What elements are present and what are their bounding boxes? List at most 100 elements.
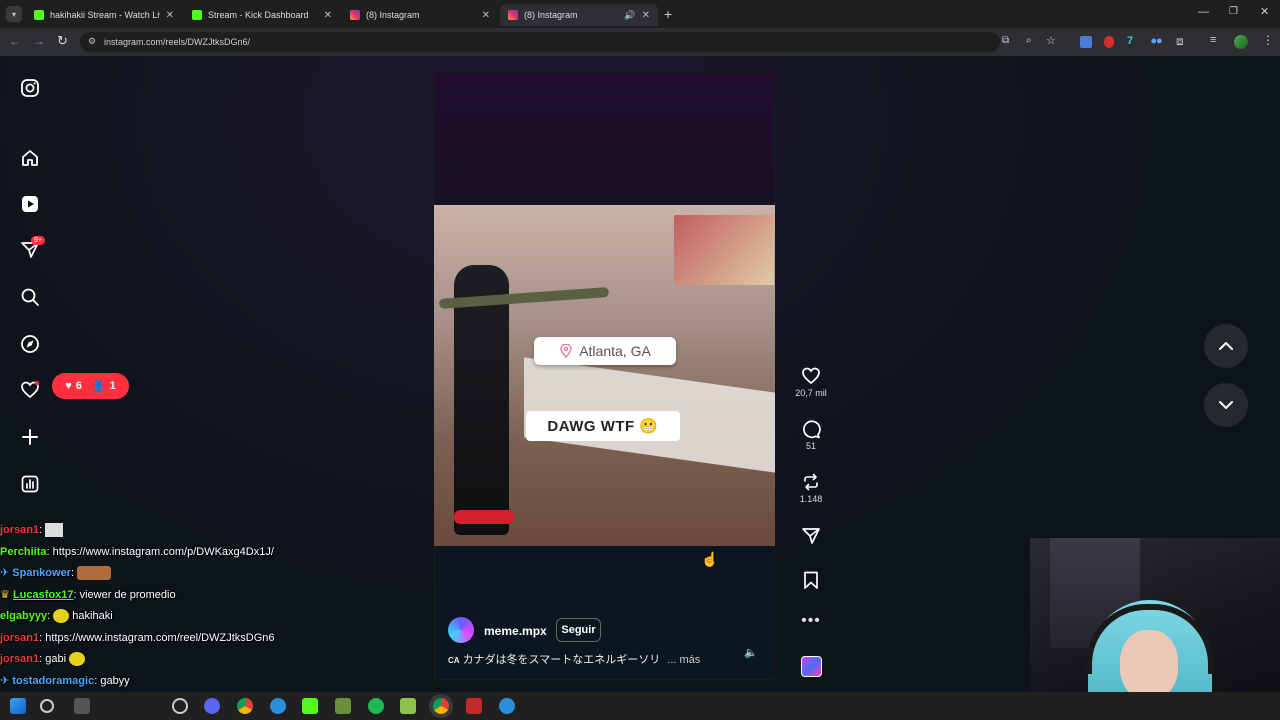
profile-avatar[interactable] [1234,35,1248,49]
instagram-logo-icon[interactable] [20,78,40,98]
search-icon[interactable] [20,287,40,307]
repost-action[interactable]: 1.148 [793,472,829,504]
task-view-icon[interactable] [74,698,90,714]
chrome-icon[interactable] [433,698,449,714]
zoom-icon[interactable]: ⌕ [1026,35,1032,46]
save-action[interactable] [793,570,829,592]
like-action[interactable]: 20,7 mil [793,366,829,398]
badge-icon: ✈ [0,674,10,687]
caption-row: CA カナダは冬をスマートなエネルギーソリ ... más [448,651,700,667]
explore-compass-icon[interactable] [20,334,40,354]
tab-title: (8) Instagram [366,10,420,20]
browser-toolbar: ← → ↻ ⚙ instagram.com/reels/DWZJtksDGn6/… [0,28,1280,56]
reel-video[interactable]: Atlanta, GA DAWG WTF 😬 [434,205,775,546]
extension-icon[interactable]: ⦁⦁ [1151,35,1162,48]
comment-action[interactable]: 51 [793,419,829,451]
activity-notification-pill[interactable]: ♥ 6 👤 1 [52,373,129,399]
chat-message: ✈ tostadoramagic: gabyy [0,674,130,687]
minecraft-icon[interactable] [335,698,351,714]
bookmark-star-icon[interactable]: ☆ [1046,34,1056,47]
dashboard-icon[interactable] [20,474,40,494]
chat-username: jorsan1 [0,631,40,644]
back-icon[interactable]: ← [9,34,21,48]
audio-thumbnail[interactable] [801,656,822,677]
browser-tab[interactable]: hakihakii Stream - Watch Live o ✕ [26,4,182,26]
reload-icon[interactable]: ↻ [57,33,68,49]
follow-button[interactable]: Seguir [556,618,601,642]
extension-icon[interactable] [1080,36,1092,48]
chat-message: jorsan1: gabi [0,649,420,671]
browser-tab[interactable]: Stream - Kick Dashboard ✕ [184,4,340,26]
stream-chat-overlay: jorsan1: Perchiita: https://www.instagra… [0,520,420,692]
close-window-icon[interactable]: ✕ [1260,5,1269,18]
browser-tab-active[interactable]: (8) Instagram 🔊 ✕ [500,4,658,26]
author-avatar[interactable] [448,617,474,643]
minimize-window-icon[interactable]: — [1198,6,1209,18]
windows-taskbar [0,692,1280,720]
mute-toggle-icon[interactable]: 🔈 [744,646,758,659]
create-plus-icon[interactable] [20,427,40,447]
chat-username: Lucasfox17 [12,588,74,601]
comment-icon[interactable] [801,419,821,439]
likes-count: 20,7 mil [795,388,827,398]
chevron-down-icon [1219,401,1233,409]
caption-prefix: CA [448,656,460,665]
install-app-icon[interactable]: ⧉ [1002,35,1009,46]
chat-username: tostadoramagic [12,674,95,687]
browser-menu-icon[interactable]: ⋮ [1262,33,1274,47]
more-link[interactable]: ... más [667,654,700,666]
close-tab-icon[interactable]: ✕ [482,10,490,21]
chat-text: https://www.instagram.com/reel/DWZJtksDG… [45,631,275,644]
badge-icon: ✈ [0,567,10,579]
reels-icon[interactable] [20,194,40,214]
repost-icon[interactable] [801,472,821,492]
notifications-heart-icon[interactable] [20,380,40,400]
menu-board [674,215,774,285]
chat-message: jorsan1: https://www.instagram.com/reel/… [0,631,275,644]
red-shoes [454,510,514,524]
extension-icon[interactable]: 7 [1127,35,1133,47]
address-bar[interactable]: ⚙ instagram.com/reels/DWZJtksDGn6/ ⧉ ⌕ ☆ [80,32,1056,52]
reposts-count: 1.148 [799,494,823,504]
location-sticker: Atlanta, GA [534,337,676,365]
comments-count: 51 [805,441,816,451]
media-control-icon[interactable]: ≡ [1210,34,1216,46]
speaker-icon[interactable]: 🔊 [624,10,635,21]
new-tab-button[interactable]: + [664,6,672,22]
like-heart-icon[interactable] [801,366,821,386]
restore-window-icon[interactable]: ❐ [1229,6,1238,17]
tab-list-button[interactable]: ▾ [6,6,22,22]
taskbar-search-icon[interactable] [40,699,54,713]
forward-icon[interactable]: → [33,34,45,48]
taskbar-app-icon[interactable] [499,698,515,714]
previous-reel-button[interactable] [1204,324,1248,368]
close-tab-icon[interactable]: ✕ [642,10,650,21]
bookmark-icon[interactable] [801,570,821,590]
browser-tab[interactable]: (8) Instagram ✕ [342,4,498,26]
chat-text: gabyy [100,674,130,687]
taskbar-app-icon[interactable] [400,698,416,714]
next-reel-button[interactable] [1204,383,1248,427]
chat-message: ♛ Lucasfox17: viewer de promedio [0,588,176,601]
close-tab-icon[interactable]: ✕ [166,10,174,21]
share-action[interactable] [793,526,829,548]
taskbar-app-icon[interactable] [270,698,286,714]
taskbar-app-icon[interactable] [466,698,482,714]
start-windows-icon[interactable] [10,698,26,714]
home-icon[interactable] [20,148,40,168]
author-username[interactable]: meme.mpx [484,624,547,638]
kick-favicon-icon [34,10,44,20]
close-tab-icon[interactable]: ✕ [324,10,332,21]
discord-icon[interactable] [204,698,220,714]
kick-icon[interactable] [302,698,318,714]
spotify-icon[interactable] [368,698,384,714]
extensions-puzzle-icon[interactable]: ⧈ [1176,34,1184,49]
tab-title: (8) Instagram [524,10,578,20]
extension-icon[interactable] [1104,36,1114,48]
share-send-icon[interactable] [801,526,821,546]
instagram-favicon-icon [350,10,360,20]
taskbar-app-icon[interactable] [172,698,188,714]
more-options-icon[interactable]: ••• [793,612,829,630]
site-info-icon[interactable]: ⚙ [88,36,96,47]
chrome-icon[interactable] [237,698,253,714]
